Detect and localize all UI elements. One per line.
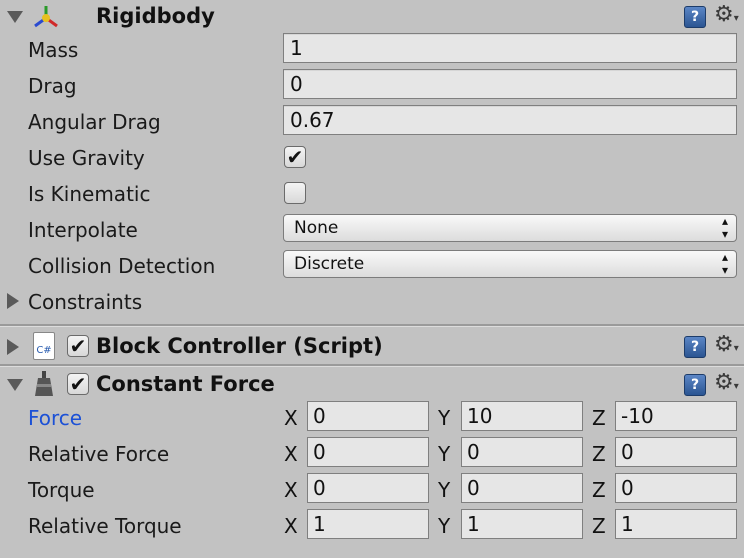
constraints-label: Constraints	[28, 290, 143, 314]
relative-force-z-field[interactable]: 0	[615, 437, 737, 467]
is-kinematic-label: Is Kinematic	[28, 182, 151, 206]
force-row: Force X 0 Y 10 Z -10	[0, 399, 744, 435]
torque-y-field[interactable]: 0	[461, 473, 583, 503]
interpolate-row: Interpolate None ▴ ▾	[0, 211, 744, 247]
block-controller-enabled-checkbox[interactable]: ✔	[67, 335, 89, 357]
z-axis-label: Z	[592, 514, 606, 538]
y-axis-label: Y	[438, 442, 451, 466]
force-x-field[interactable]: 0	[307, 401, 429, 431]
torque-z-field[interactable]: 0	[615, 473, 737, 503]
torque-label: Torque	[28, 478, 95, 502]
constant-force-title: Constant Force	[96, 372, 275, 396]
drag-label: Drag	[28, 74, 77, 98]
angular-drag-field[interactable]: 0.67	[283, 105, 737, 135]
inspector-panel: Rigidbody ? ⚙▾ Mass 1 Drag 0 Angular Dra…	[0, 0, 744, 558]
x-axis-label: X	[284, 514, 298, 538]
relative-torque-x-field[interactable]: 1	[307, 509, 429, 539]
is-kinematic-checkbox[interactable]	[284, 182, 306, 204]
y-axis-label: Y	[438, 478, 451, 502]
foldout-expanded-icon[interactable]	[7, 11, 23, 23]
relative-torque-label: Relative Torque	[28, 514, 182, 538]
use-gravity-row: Use Gravity ✔	[0, 139, 744, 175]
foldout-collapsed-icon[interactable]	[7, 293, 19, 309]
relative-force-label: Relative Force	[28, 442, 170, 466]
block-controller-header[interactable]: C# ✔ Block Controller (Script) ? ⚙▾	[0, 329, 744, 365]
force-z-field[interactable]: -10	[615, 401, 737, 431]
y-axis-label: Y	[438, 406, 451, 430]
relative-torque-row: Relative Torque X 1 Y 1 Z 1	[0, 507, 744, 543]
constant-force-enabled-checkbox[interactable]: ✔	[67, 373, 89, 395]
relative-torque-z-field[interactable]: 1	[615, 509, 737, 539]
x-axis-label: X	[284, 478, 298, 502]
constant-force-weight-icon	[35, 371, 53, 396]
gear-icon[interactable]: ⚙▾	[714, 4, 740, 30]
relative-force-x-field[interactable]: 0	[307, 437, 429, 467]
mass-label: Mass	[28, 38, 79, 62]
help-book-icon[interactable]: ?	[684, 336, 706, 358]
x-axis-label: X	[284, 406, 298, 430]
angular-drag-row: Angular Drag 0.67	[0, 103, 744, 139]
rigidbody-header-icons: ? ⚙▾	[684, 4, 740, 30]
drag-field[interactable]: 0	[283, 69, 737, 99]
z-axis-label: Z	[592, 442, 606, 466]
updown-arrows-icon: ▴ ▾	[721, 214, 728, 241]
section-divider	[0, 324, 744, 327]
constant-force-header[interactable]: ✔ Constant Force ? ⚙▾	[0, 367, 744, 403]
script-icon-label: C#	[36, 345, 52, 356]
relative-force-y-field[interactable]: 0	[461, 437, 583, 467]
help-book-icon[interactable]: ?	[684, 6, 706, 28]
checkmark-icon: ✔	[286, 145, 304, 169]
block-controller-header-icons: ? ⚙▾	[684, 334, 740, 360]
interpolate-label: Interpolate	[28, 218, 138, 242]
use-gravity-label: Use Gravity	[28, 146, 145, 170]
torque-row: Torque X 0 Y 0 Z 0	[0, 471, 744, 507]
collision-detection-label: Collision Detection	[28, 254, 216, 278]
foldout-collapsed-icon[interactable]	[7, 339, 19, 355]
angular-drag-label: Angular Drag	[28, 110, 161, 134]
z-axis-label: Z	[592, 478, 606, 502]
drag-row: Drag 0	[0, 67, 744, 103]
csharp-script-icon: C#	[33, 332, 55, 360]
interpolate-value: None	[294, 218, 339, 238]
x-axis-label: X	[284, 442, 298, 466]
force-y-field[interactable]: 10	[461, 401, 583, 431]
constraints-row[interactable]: Constraints	[0, 283, 744, 319]
checkmark-icon: ✔	[69, 372, 87, 396]
mass-field[interactable]: 1	[283, 33, 737, 63]
relative-torque-y-field[interactable]: 1	[461, 509, 583, 539]
collision-detection-value: Discrete	[294, 254, 365, 274]
gear-icon[interactable]: ⚙▾	[714, 334, 740, 360]
collision-detection-row: Collision Detection Discrete ▴ ▾	[0, 247, 744, 283]
force-label: Force	[28, 406, 83, 430]
block-controller-title: Block Controller (Script)	[96, 334, 383, 358]
interpolate-dropdown[interactable]: None ▴ ▾	[283, 214, 737, 242]
z-axis-label: Z	[592, 406, 606, 430]
torque-x-field[interactable]: 0	[307, 473, 429, 503]
mass-row: Mass 1	[0, 31, 744, 67]
foldout-expanded-icon[interactable]	[7, 379, 23, 391]
gear-icon[interactable]: ⚙▾	[714, 372, 740, 398]
relative-force-row: Relative Force X 0 Y 0 Z 0	[0, 435, 744, 471]
checkmark-icon: ✔	[69, 334, 87, 358]
rigidbody-title: Rigidbody	[96, 4, 215, 28]
use-gravity-checkbox[interactable]: ✔	[284, 146, 306, 168]
is-kinematic-row: Is Kinematic	[0, 175, 744, 211]
y-axis-label: Y	[438, 514, 451, 538]
updown-arrows-icon: ▴ ▾	[721, 250, 728, 277]
help-book-icon[interactable]: ?	[684, 374, 706, 396]
constant-force-header-icons: ? ⚙▾	[684, 372, 740, 398]
rigidbody-axes-icon	[34, 6, 58, 28]
collision-detection-dropdown[interactable]: Discrete ▴ ▾	[283, 250, 737, 278]
